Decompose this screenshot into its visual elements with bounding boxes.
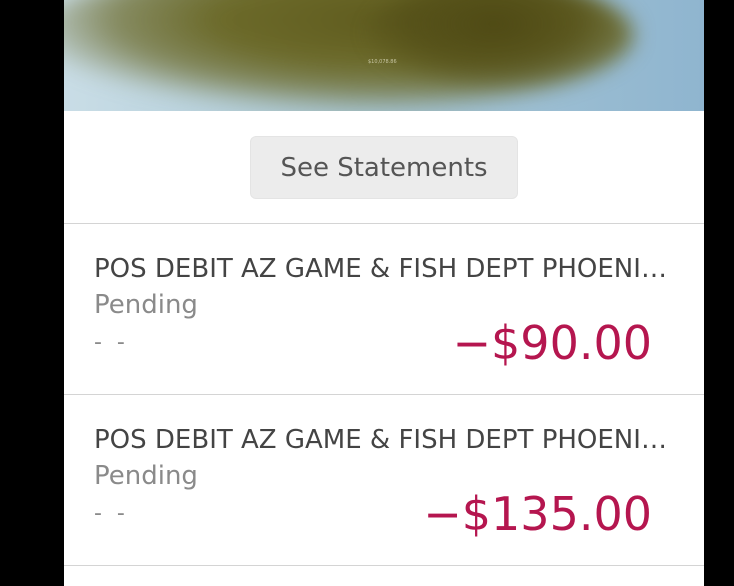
transaction-status: Pending: [94, 461, 198, 491]
see-statements-button[interactable]: See Statements: [250, 136, 518, 199]
transaction-row[interactable]: POS DEBIT AZ GAME & FISH DEPT PHOENIX AZ…: [64, 224, 704, 394]
transaction-amount: −$90.00: [452, 316, 653, 370]
statements-section: See Statements: [64, 111, 704, 223]
transaction-secondary-text: - -: [94, 501, 129, 526]
transaction-row[interactable]: POS DEBIT AZ GAME & FISH DEPT PHOENIX AZ…: [64, 395, 704, 565]
transaction-description: POS DEBIT AZ GAME & FISH DEPT PHOENIX AZ: [94, 425, 674, 455]
hero-balance-text: $10,078.86: [368, 59, 397, 65]
account-hero-image: $10,078.86: [64, 0, 704, 111]
account-detail-screen: $10,078.86 See Statements POS DEBIT AZ G…: [64, 0, 704, 586]
transaction-secondary-text: - -: [94, 330, 129, 355]
transaction-status: Pending: [94, 290, 198, 320]
transaction-description: POS DEBIT AZ GAME & FISH DEPT PHOENIX AZ: [94, 254, 674, 284]
transaction-amount: −$135.00: [423, 487, 652, 541]
divider: [64, 565, 704, 566]
